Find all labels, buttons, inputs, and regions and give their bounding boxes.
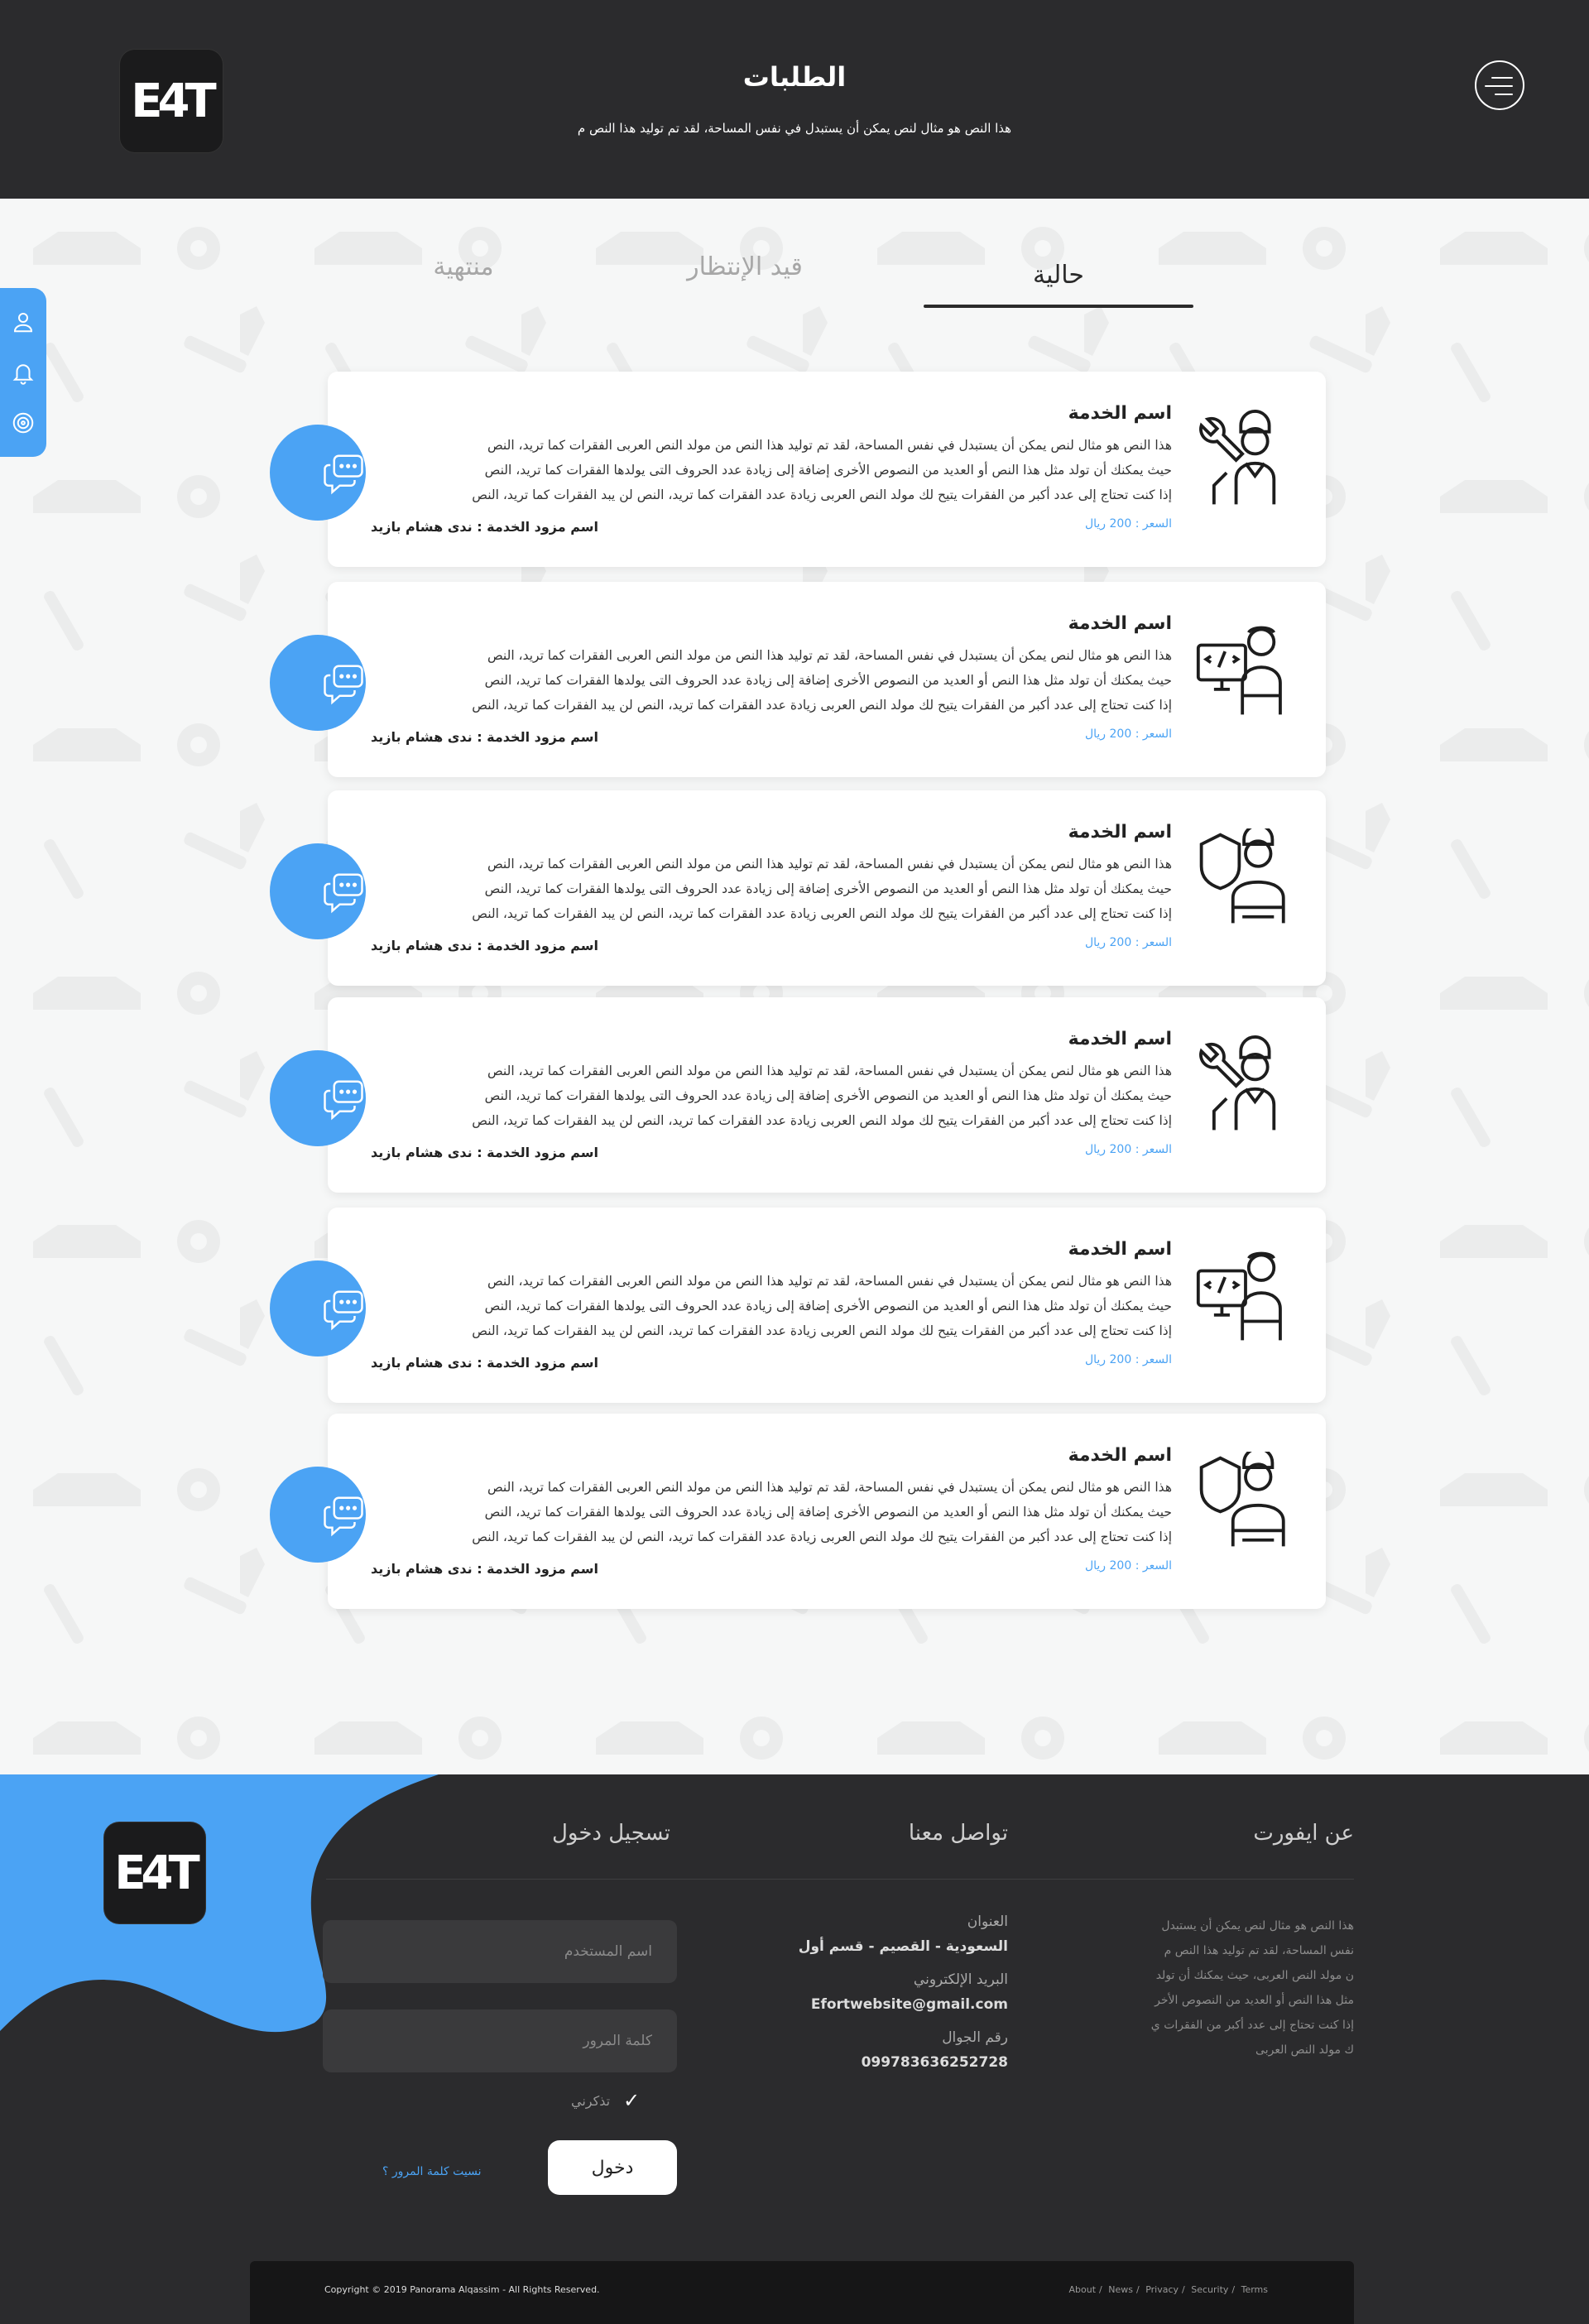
chat-icon (324, 873, 363, 914)
tab-current[interactable]: حالية (924, 252, 1193, 290)
address-label: العنوان (967, 1913, 1008, 1930)
service-price: السعر : 200 ريال (1084, 936, 1172, 949)
chat-button[interactable] (270, 1467, 366, 1563)
contact-title: تواصل معنا (908, 1821, 1008, 1846)
service-price: السعر : 200 ريال (1084, 1559, 1172, 1573)
menu-icon[interactable] (1475, 60, 1524, 110)
tab-pending[interactable]: قيد الإنتظار (670, 252, 819, 281)
about-title: عن ايفورت (1253, 1821, 1354, 1846)
link-news[interactable]: News (1108, 2284, 1133, 2295)
user-icon[interactable] (11, 310, 36, 334)
service-name: اسم الخدمة (1068, 822, 1172, 843)
order-card[interactable]: اسم الخدمة هذا النص هو مثال لنص يمكن أن … (270, 582, 1326, 777)
service-price: السعر : 200 ريال (1084, 517, 1172, 531)
page-title: الطلبات (742, 61, 847, 93)
page-subtitle: هذا النص هو مثال لنص يمكن أن يستبدل في ن… (577, 121, 1012, 136)
chat-icon (324, 1290, 363, 1331)
order-card[interactable]: اسم الخدمة هذا النص هو مثال لنص يمكن أن … (270, 372, 1326, 567)
bottom-bar: Copyright © 2019 Panorama Alqassim - All… (250, 2261, 1354, 2324)
link-terms[interactable]: Terms (1241, 2284, 1268, 2295)
orders-tabs: حالية قيد الإنتظار منتهية (0, 252, 1589, 310)
copyright: Copyright © 2019 Panorama Alqassim - All… (324, 2284, 600, 2295)
side-toolbar (0, 288, 46, 457)
password-input[interactable] (323, 2009, 677, 2072)
service-name: اسم الخدمة (1068, 1029, 1172, 1049)
link-security[interactable]: Security (1191, 2284, 1228, 2295)
service-provider: اسم مزود الخدمة : ندى هشام بازيد (371, 938, 598, 953)
footer-divider (326, 1879, 1354, 1880)
tab-current-indicator (924, 305, 1193, 308)
service-description: هذا النص هو مثال لنص يمكن أن يستبدل في ن… (472, 1274, 1172, 1338)
email-label: البريد الإلكتروني (913, 1971, 1008, 1988)
about-text: هذا النص هو مثال لنص يمكن أن يستبدل نفس … (1150, 1919, 1354, 2057)
chat-icon (324, 1080, 363, 1121)
email-value[interactable]: Efortwebsite@gmail.com (799, 1996, 1008, 2013)
chat-icon (324, 1496, 363, 1537)
address-value: السعودية - القصيم - قسم أول (798, 1938, 1008, 1955)
service-name: اسم الخدمة (1068, 1239, 1172, 1260)
order-card[interactable]: اسم الخدمة هذا النص هو مثال لنص يمكن أن … (270, 1208, 1326, 1403)
phone-label: رقم الجوال (942, 2029, 1008, 2046)
service-provider: اسم مزود الخدمة : ندى هشام بازيد (371, 519, 598, 535)
mechanic-icon (1199, 1035, 1276, 1131)
mechanic-icon (1199, 410, 1276, 505)
contact-info: العنوان السعودية - القصيم - قسم أول البر… (799, 1913, 1008, 2087)
order-card[interactable]: اسم الخدمة هذا النص هو مثال لنص يمكن أن … (270, 997, 1326, 1193)
forgot-password-link[interactable]: نسيت كلمة المرور ؟ (382, 2165, 482, 2178)
remember-label: تذكرني (571, 2092, 611, 2109)
link-about[interactable]: About (1069, 2284, 1097, 2295)
footer-logo[interactable]: E4T (104, 1822, 205, 1923)
service-provider: اسم مزود الخدمة : ندى هشام بازيد (371, 1145, 598, 1160)
service-description: هذا النص هو مثال لنص يمكن أن يستبدل في ن… (472, 1480, 1172, 1544)
service-description: هذا النص هو مثال لنص يمكن أن يستبدل في ن… (472, 1064, 1172, 1128)
chat-button[interactable] (270, 843, 366, 939)
footer-links: About / News / Privacy / Security / Terms (1068, 2284, 1268, 2295)
chat-button[interactable] (270, 1050, 366, 1146)
service-description: هذا النص هو مثال لنص يمكن أن يستبدل في ن… (472, 438, 1172, 502)
login-title: تسجيل دخول (552, 1821, 670, 1846)
page-header: E4T الطلبات هذا النص هو مثال لنص يمكن أن… (0, 0, 1589, 199)
service-price: السعر : 200 ريال (1084, 727, 1172, 741)
bell-icon[interactable] (11, 360, 36, 385)
page-footer: E4T عن ايفورت تواصل معنا تسجيل دخول هذا … (0, 1774, 1589, 2324)
programmer-icon (1196, 1251, 1282, 1341)
order-card[interactable]: اسم الخدمة هذا النص هو مثال لنص يمكن أن … (270, 1414, 1326, 1609)
service-name: اسم الخدمة (1068, 403, 1172, 424)
security-worker-icon (1199, 1452, 1285, 1547)
login-button[interactable]: دخول (548, 2140, 677, 2195)
programmer-icon (1196, 626, 1282, 715)
checkmark-icon[interactable]: ✓ (622, 2089, 641, 2112)
footer-blue-wave (0, 1774, 439, 2033)
security-worker-icon (1199, 828, 1285, 924)
service-name: اسم الخدمة (1068, 613, 1172, 634)
chat-icon (324, 454, 363, 495)
phone-value[interactable]: 099783636252728 (799, 2054, 1008, 2071)
chat-button[interactable] (270, 425, 366, 521)
service-provider: اسم مزود الخدمة : ندى هشام بازيد (371, 1355, 598, 1371)
service-description: هذا النص هو مثال لنص يمكن أن يستبدل في ن… (472, 648, 1172, 713)
service-price: السعر : 200 ريال (1084, 1143, 1172, 1156)
chat-button[interactable] (270, 635, 366, 731)
service-description: هذا النص هو مثال لنص يمكن أن يستبدل في ن… (472, 857, 1172, 921)
chat-button[interactable] (270, 1260, 366, 1356)
order-card[interactable]: اسم الخدمة هذا النص هو مثال لنص يمكن أن … (270, 790, 1326, 986)
target-icon[interactable] (11, 411, 36, 435)
username-input[interactable] (323, 1920, 677, 1983)
service-provider: اسم مزود الخدمة : ندى هشام بازيد (371, 729, 598, 745)
link-privacy[interactable]: Privacy (1145, 2284, 1179, 2295)
remember-me[interactable]: ✓ تذكرني (571, 2089, 641, 2112)
service-provider: اسم مزود الخدمة : ندى هشام بازيد (371, 1561, 598, 1577)
tab-finished[interactable]: منتهية (397, 252, 530, 281)
service-name: اسم الخدمة (1068, 1445, 1172, 1466)
service-price: السعر : 200 ريال (1084, 1353, 1172, 1366)
chat-icon (324, 665, 363, 705)
